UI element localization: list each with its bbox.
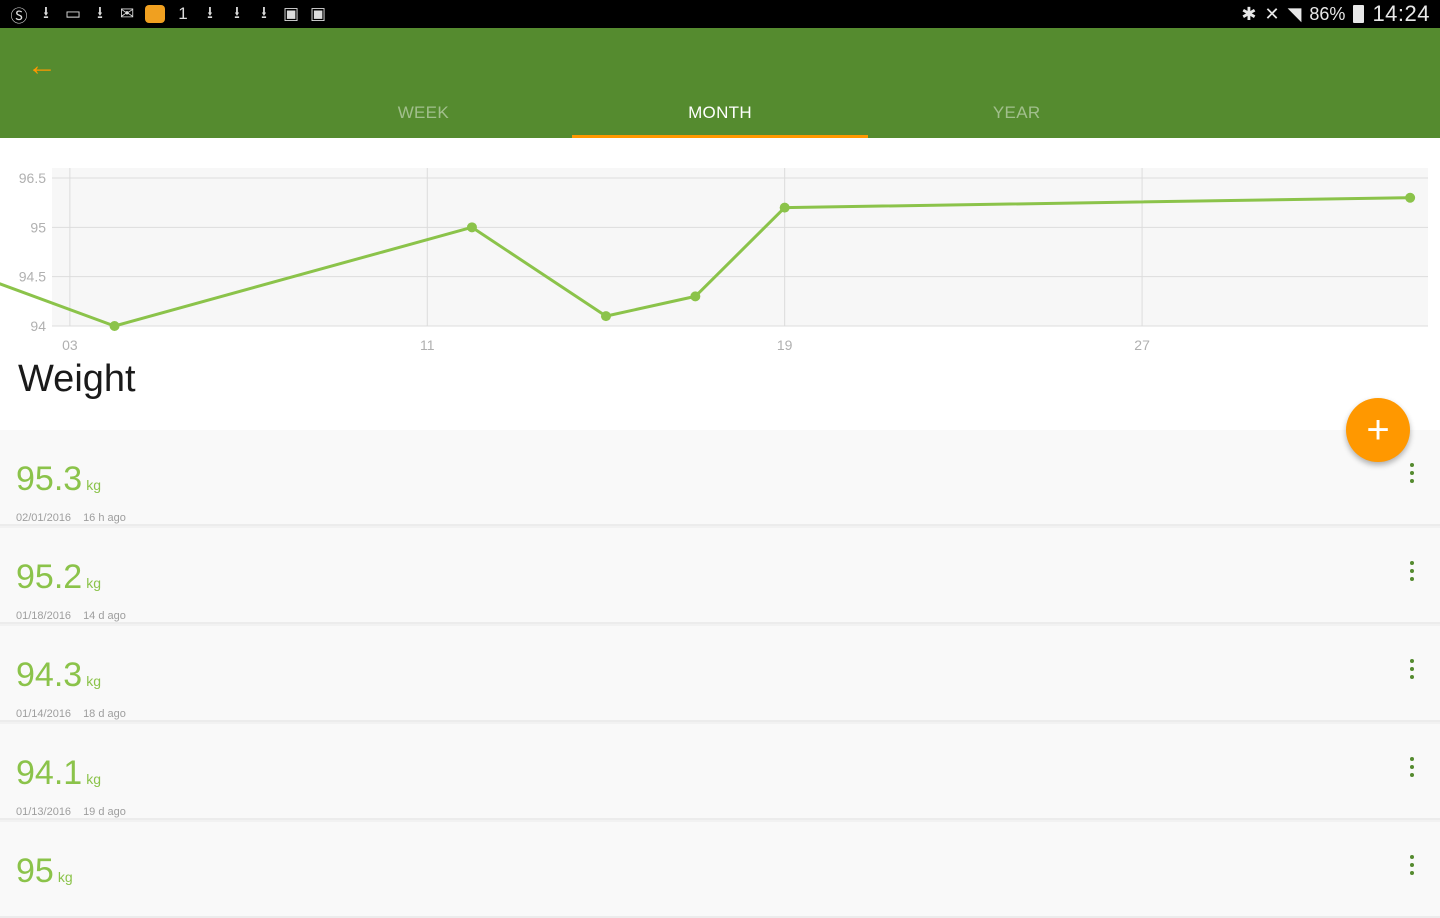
entry-value: 94.3 kg [16, 656, 101, 695]
tab-year[interactable]: YEAR [868, 88, 1165, 138]
y-tick-label: 94.5 [19, 269, 46, 285]
more-vert-icon[interactable] [1402, 850, 1422, 880]
entry-value: 95 kg [16, 852, 73, 891]
entry-weight: 94.1 [16, 754, 83, 792]
entry-ago: 19 d ago [83, 806, 126, 818]
bluetooth-icon: ✱ [1241, 3, 1257, 24]
mute-icon: ✕ [1264, 3, 1280, 24]
add-entry-button[interactable]: + [1346, 398, 1410, 462]
battery-percent: 86% [1309, 3, 1346, 24]
entry-weight: 95 [16, 852, 54, 890]
arrow-left-icon[interactable]: ← [22, 46, 62, 86]
weight-chart: 96.5 95 94.5 94 03 11 19 27 [0, 168, 1428, 353]
data-point [109, 321, 120, 331]
status-bar: Ⓢ ⭳ ▭ ⭳ ✉ 1 ⭳ ⭳ ⭳ ▣ ▣ ✱ ✕ ◥ 86% 14:24 [0, 0, 1440, 28]
skype-icon: Ⓢ [10, 6, 28, 26]
battery-icon [1353, 5, 1365, 23]
more-vert-icon[interactable] [1402, 556, 1422, 586]
entries-list: 95.3 kg 02/01/2016 16 h ago 95.2 kg 01/18/2… [0, 430, 1440, 918]
entry-date: 01/18/2016 [16, 610, 72, 622]
download-icon: ⭳ [43, 2, 49, 22]
entry-weight: 95.3 [16, 460, 83, 498]
entry-meta: 01/13/2016 19 d ago [16, 806, 126, 818]
entry-value: 94.1 kg [16, 754, 101, 793]
entry-meta: 01/14/2016 18 d ago [16, 708, 126, 720]
entry-meta: 01/18/2016 14 d ago [16, 610, 126, 622]
system-icons: ✱ ✕ ◥ 86% 14:24 [1241, 1, 1430, 27]
y-tick-label: 95 [30, 219, 46, 235]
entry-ago: 18 d ago [83, 708, 126, 720]
plus-icon: + [1366, 408, 1390, 452]
image-icon: ▭ [64, 4, 82, 23]
entry-unit: kg [86, 477, 101, 493]
plot-area [52, 168, 1428, 326]
more-vert-icon[interactable] [1402, 752, 1422, 782]
data-point [779, 202, 790, 213]
more-vert-icon[interactable] [1402, 654, 1422, 684]
app-bar: ← WEEK MONTH YEAR [0, 28, 1440, 138]
entry-ago: 16 h ago [83, 512, 126, 524]
app-icon [145, 5, 165, 23]
list-item[interactable]: 94.1 kg 01/13/2016 19 d ago [0, 724, 1440, 820]
entry-meta [16, 904, 28, 916]
y-tick-label: 94 [30, 318, 46, 334]
section-title: Weight [18, 358, 136, 400]
notification-icons: Ⓢ ⭳ ▭ ⭳ ✉ 1 ⭳ ⭳ ⭳ ▣ ▣ [10, 0, 327, 29]
entry-unit: kg [86, 575, 101, 591]
tab-week[interactable]: WEEK [275, 88, 572, 138]
period-tabs: WEEK MONTH YEAR [275, 88, 1165, 138]
download-icon: ⭳ [234, 2, 240, 22]
entry-date: 02/01/2016 [16, 512, 72, 524]
data-point [1405, 192, 1416, 203]
entry-ago: 14 d ago [83, 610, 126, 622]
data-point [466, 222, 477, 233]
entry-unit: kg [57, 869, 73, 885]
entry-weight: 94.3 [16, 656, 83, 694]
download-icon: ⭳ [97, 2, 103, 22]
more-vert-icon[interactable] [1402, 458, 1422, 488]
entry-date: 01/13/2016 [16, 806, 72, 818]
entry-value: 95.2 kg [16, 558, 101, 597]
download-icon: ⭳ [261, 2, 267, 22]
signal-icon: 1 [178, 4, 188, 23]
photo-icon: ▣ [309, 4, 327, 23]
list-item[interactable]: 94.3 kg 01/14/2016 18 d ago [0, 626, 1440, 722]
x-tick-label: 19 [777, 337, 793, 353]
list-item[interactable]: 95 kg [0, 822, 1440, 918]
entry-unit: kg [86, 673, 101, 689]
message-icon: ✉ [119, 4, 135, 23]
entry-date: 01/14/2016 [16, 708, 72, 720]
data-point [690, 291, 701, 302]
download-icon: ⭳ [207, 2, 213, 22]
entry-unit: kg [86, 771, 101, 787]
list-item[interactable]: 95.3 kg 02/01/2016 16 h ago [0, 430, 1440, 526]
entry-value: 95.3 kg [16, 460, 101, 499]
x-tick-label: 27 [1134, 337, 1150, 353]
entry-meta: 02/01/2016 16 h ago [16, 512, 126, 524]
photo-icon: ▣ [282, 4, 300, 23]
x-tick-label: 03 [62, 337, 78, 353]
list-item[interactable]: 95.2 kg 01/18/2016 14 d ago [0, 528, 1440, 624]
y-tick-label: 96.5 [19, 170, 46, 186]
wifi-icon: ◥ [1287, 3, 1302, 24]
data-point [600, 311, 611, 322]
entry-weight: 95.2 [16, 558, 83, 596]
x-tick-label: 11 [420, 337, 435, 353]
clock: 14:24 [1372, 1, 1430, 26]
tab-month[interactable]: MONTH [571, 88, 869, 138]
